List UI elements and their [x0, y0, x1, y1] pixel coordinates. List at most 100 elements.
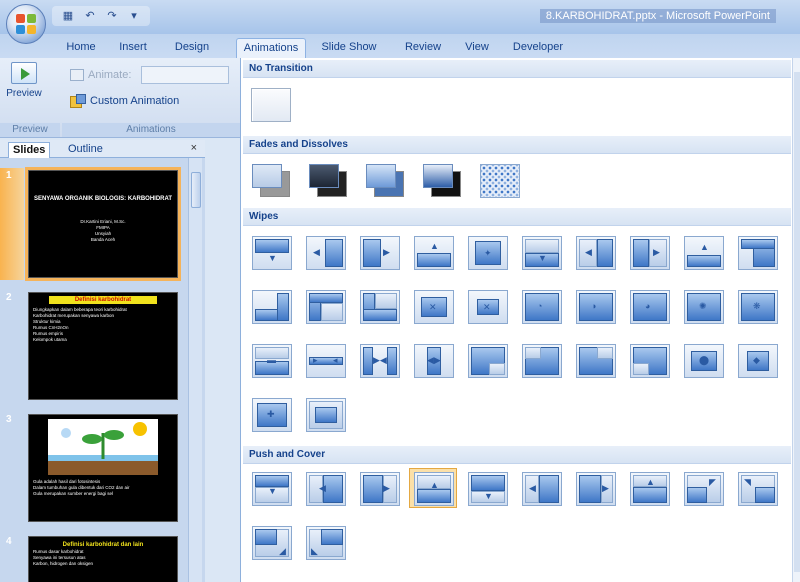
animate-label: Animate:: [88, 69, 132, 81]
gallery-scrollbar[interactable]: [792, 58, 800, 582]
effect-wipe-31[interactable]: ✚: [247, 394, 295, 434]
effect-push-cover-7[interactable]: ▶: [571, 468, 619, 508]
effect-wipe-25[interactable]: [463, 340, 511, 380]
effect-wipe-12[interactable]: [301, 286, 349, 326]
effect-wipe-18[interactable]: ◕: [625, 286, 673, 326]
slides-scrollbar[interactable]: [188, 158, 202, 582]
preview-label: Preview: [6, 88, 42, 99]
effect-fade-1[interactable]: [247, 160, 295, 200]
effect-push-cover-4[interactable]: ▲: [409, 468, 457, 508]
effect-fade-3[interactable]: [361, 160, 409, 200]
effect-wipe-15[interactable]: ✕: [463, 286, 511, 326]
tab-slides[interactable]: Slides: [8, 142, 51, 158]
effect-push-cover-12[interactable]: ◣: [301, 522, 349, 562]
effect-wipe-2[interactable]: ◀: [301, 232, 349, 272]
slide-subtitle: Dr.Kartini Eriani, M.Sc. FMIPA Unsyiah B…: [80, 219, 126, 242]
effect-wipe-26[interactable]: [517, 340, 565, 380]
effect-preview-icon: ◀: [522, 472, 562, 506]
effect-wipe-29[interactable]: ⬤: [679, 340, 727, 380]
effect-dissolve[interactable]: [475, 160, 523, 200]
effect-wipe-9[interactable]: ▲: [679, 232, 727, 272]
tab-insert[interactable]: Insert: [110, 38, 156, 58]
effect-wipe-5[interactable]: ✦: [463, 232, 511, 272]
effect-preview-icon: ✕: [468, 290, 508, 324]
slide-thumbnail-1[interactable]: SENYAWA ORGANIK BIOLOGIS: KARBOHIDRAT Dr…: [25, 167, 181, 281]
effect-preview-icon: ▸ ◂: [306, 344, 346, 378]
effect-wipe-28[interactable]: [625, 340, 673, 380]
slide-number: 4: [6, 536, 12, 547]
tab-slide-show[interactable]: Slide Show: [318, 38, 380, 58]
tab-animations[interactable]: Animations: [236, 38, 306, 58]
scrollbar-thumb[interactable]: [191, 172, 201, 208]
effect-push-cover-6[interactable]: ◀: [517, 468, 565, 508]
save-icon[interactable]: ▦: [60, 9, 76, 23]
effect-push-cover-3[interactable]: ▶: [355, 468, 403, 508]
effect-wipe-24[interactable]: ◀▶: [409, 340, 457, 380]
effect-fade-2[interactable]: [304, 160, 352, 200]
effect-wipe-27[interactable]: [571, 340, 619, 380]
effect-wipe-22[interactable]: ▸ ◂: [301, 340, 349, 380]
effect-wipe-11[interactable]: [247, 286, 295, 326]
group-label-preview: Preview: [0, 123, 60, 137]
preview-icon: [11, 62, 37, 84]
effect-push-cover-10[interactable]: ◥: [733, 468, 781, 508]
slide-thumbnail-4[interactable]: Definisi karbohidrat dan lain Rumus dasa…: [28, 536, 178, 582]
custom-animation-icon: [70, 94, 86, 108]
transition-gallery: No Transition Fades and Dissolves Wipes …: [240, 58, 800, 582]
effect-preview-icon: ▼: [252, 236, 292, 270]
effect-wipe-6[interactable]: ▼: [517, 232, 565, 272]
effect-preview-icon: ◔: [522, 290, 562, 324]
slide-bullets: Rumus dasar karbohidrat Senyawa ini ters…: [29, 549, 177, 567]
bullet: Kelompok utama: [33, 337, 67, 342]
animate-row: Animate:: [70, 66, 230, 84]
window-title: 8.KARBOHIDRAT.pptx - Microsoft PowerPoin…: [539, 9, 776, 23]
effect-wipe-7[interactable]: ◀: [571, 232, 619, 272]
effect-preview-icon: ▼: [522, 236, 562, 270]
effect-wipe-32[interactable]: [301, 394, 349, 434]
effect-wipe-3[interactable]: ▶: [355, 232, 403, 272]
effect-push-cover-8[interactable]: ▲: [625, 468, 673, 508]
group-label-animations: Animations: [62, 123, 240, 137]
tab-home[interactable]: Home: [58, 38, 104, 58]
effect-wipe-10[interactable]: [733, 232, 781, 272]
effect-wipe-13[interactable]: [355, 286, 403, 326]
effect-fade-4[interactable]: [418, 160, 466, 200]
animate-select[interactable]: [141, 66, 230, 84]
effect-wipe-21[interactable]: ▬: [247, 340, 295, 380]
effect-wipe-16[interactable]: ◔: [517, 286, 565, 326]
tab-design[interactable]: Design: [166, 38, 218, 58]
effect-push-cover-1[interactable]: ▼: [247, 468, 295, 508]
effect-wipe-14[interactable]: ✕: [409, 286, 457, 326]
effect-preview-icon: ▶◀: [360, 344, 400, 378]
slide-thumbnail-3[interactable]: Gula adalah hasil dari fotosintesis Dala…: [28, 414, 178, 522]
effect-preview-icon: [306, 290, 346, 324]
effect-push-cover-5[interactable]: ▼: [463, 468, 511, 508]
tab-outline[interactable]: Outline: [64, 142, 107, 158]
slide-thumbnail-2[interactable]: Definisi karbohidrat Diungkapkan dalam b…: [28, 292, 178, 400]
tab-view[interactable]: View: [458, 38, 496, 58]
office-button[interactable]: [6, 4, 46, 44]
effect-wipe-8[interactable]: ▶: [625, 232, 673, 272]
close-icon[interactable]: ×: [191, 142, 197, 154]
effect-wipe-17[interactable]: ◑: [571, 286, 619, 326]
effect-wipe-30[interactable]: ◆: [733, 340, 781, 380]
slide-number: 2: [6, 292, 12, 303]
custom-animation-button[interactable]: Custom Animation: [70, 94, 179, 108]
redo-icon[interactable]: ↷: [104, 9, 120, 23]
effect-wipe-19[interactable]: ✺: [679, 286, 727, 326]
effect-no-transition[interactable]: [247, 84, 295, 124]
undo-icon[interactable]: ↶: [82, 9, 98, 23]
tab-developer[interactable]: Developer: [506, 38, 570, 58]
effect-wipe-4[interactable]: ▲: [409, 232, 457, 272]
effect-push-cover-11[interactable]: ◢: [247, 522, 295, 562]
preview-button[interactable]: Preview: [4, 62, 44, 112]
effect-preview-icon: [252, 290, 292, 324]
tab-review[interactable]: Review: [400, 38, 446, 58]
fade-front-icon: [309, 164, 339, 188]
effect-wipe-1[interactable]: ▼: [247, 232, 295, 272]
effect-push-cover-9[interactable]: ◤: [679, 468, 727, 508]
effect-wipe-20[interactable]: ❋: [733, 286, 781, 326]
effect-push-cover-2[interactable]: ◀: [301, 468, 349, 508]
effect-wipe-23[interactable]: ▶◀: [355, 340, 403, 380]
qat-dropdown-icon[interactable]: ▾: [126, 9, 142, 23]
